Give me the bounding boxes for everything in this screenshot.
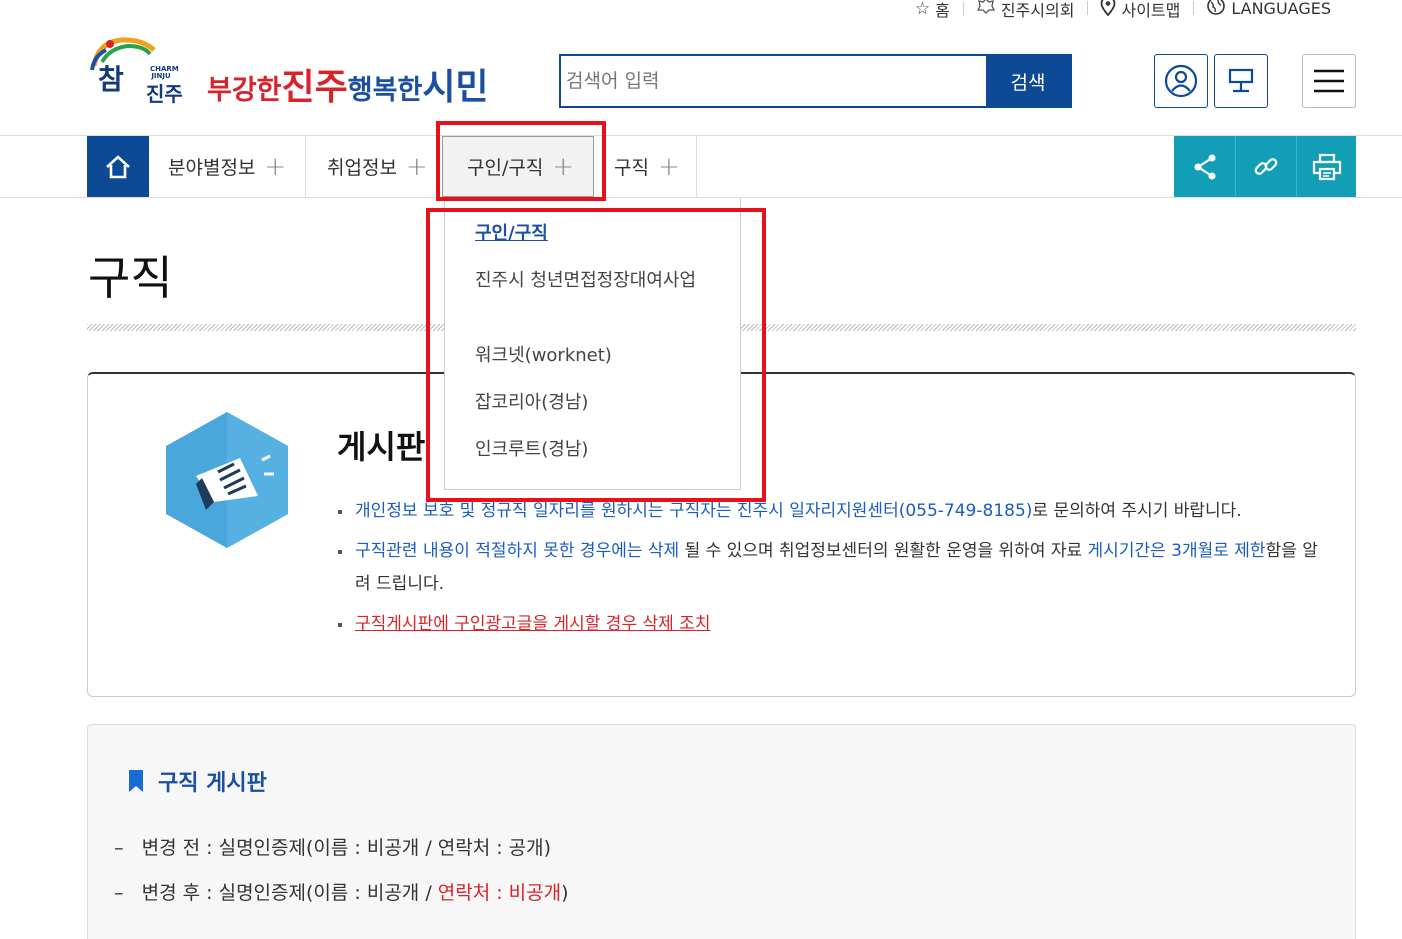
share-icon (1194, 154, 1215, 179)
hamburger-icon (1314, 69, 1344, 93)
utility-sitemap-label: 사이트맵 (1121, 0, 1181, 20)
tab-divider (305, 136, 306, 197)
plus-icon: + (405, 151, 428, 182)
notice-item-3-warning: 구직게시판에 구인광고글을 게시할 경우 삭제 조치 (355, 614, 711, 634)
highlight-box-tab (436, 121, 606, 201)
notice-item-2-text-1: 될 수 있으며 취업정보센터의 원활한 운영을 위하여 자료 (679, 541, 1088, 561)
site-logo[interactable]: 참 CHARM JINJU 진주 (88, 36, 188, 108)
slogan-word-2: 진주 (281, 67, 348, 108)
search-bar: 검색 (559, 54, 1072, 108)
megaphone-icon (166, 412, 288, 548)
utility-council-link[interactable]: 진주시의회 (962, 0, 1088, 21)
plus-icon: + (264, 151, 287, 182)
change-after-prefix: 변경 후 : 실명인증제(이름 : 비공개 / (141, 882, 438, 904)
slogan-word-4: 시민 (422, 67, 489, 108)
utility-sitemap-link[interactable]: 사이트맵 (1087, 0, 1193, 21)
slogan-word-1: 부강한 (207, 75, 282, 106)
star-icon: ☆ (914, 0, 931, 19)
tab-field-info-label: 분야별정보 (168, 157, 256, 179)
tab-divider (696, 136, 697, 197)
utility-bar: ☆ 홈 진주시의회 사이트맵 LANGUAGES (902, 0, 1344, 21)
search-input[interactable] (561, 56, 986, 106)
copy-link-button[interactable] (1235, 136, 1296, 197)
highlight-box-dropdown (426, 208, 766, 502)
board-info-box (87, 724, 1356, 939)
change-after-highlight: 연락처 : 비공개 (437, 882, 562, 904)
search-button[interactable]: 검색 (986, 56, 1070, 106)
tab-job-seek-label: 구직 (614, 157, 649, 179)
emblem-icon (976, 0, 996, 20)
board-title: 구직 게시판 (128, 765, 267, 797)
tab-job-info-label: 취업정보 (327, 157, 397, 179)
signpost-icon (1228, 68, 1254, 93)
slogan: 부강한진주행복한시민 (207, 58, 489, 110)
gnb-home-button[interactable] (87, 136, 149, 197)
board-title-label: 구직 게시판 (158, 771, 267, 796)
utility-home-link[interactable]: ☆ 홈 (902, 0, 963, 21)
plus-icon: + (657, 151, 680, 182)
notice-item-2: 구직관련 내용이 적절하지 못한 경우에는 삭제 될 수 있으며 취업정보센터의… (338, 535, 1328, 601)
page-title: 구직 (88, 251, 173, 305)
logo-main-text: 참 (98, 63, 124, 96)
change-after: – 변경 후 : 실명인증제(이름 : 비공개 / 연락처 : 비공개) (114, 882, 569, 904)
user-icon (1164, 64, 1198, 98)
tab-job-info[interactable]: 취업정보 + (327, 136, 428, 197)
notice-item-2-highlight-2: 게시기간은 3개월로 제한 (1087, 541, 1266, 561)
globe-icon (1206, 0, 1226, 21)
logo-sub-text: 진주 (146, 82, 183, 106)
change-before: – 변경 전 : 실명인증제(이름 : 비공개 / 연락처 : 공개) (114, 837, 552, 859)
tab-field-info[interactable]: 분야별정보 + (168, 136, 286, 197)
share-button[interactable] (1174, 136, 1235, 197)
utility-languages-label: LANGUAGES (1231, 0, 1331, 18)
notice-item-1-highlight: 개인정보 보호 및 정규직 일자리를 원하시는 구직자는 진주시 일자리지원센터… (355, 501, 1033, 521)
link-icon (1254, 157, 1278, 175)
tab-job-seek[interactable]: 구직 + (614, 136, 680, 197)
notice-list: 개인정보 보호 및 정규직 일자리를 원하시는 구직자는 진주시 일자리지원센터… (338, 495, 1328, 648)
home-icon (106, 154, 130, 178)
login-button[interactable] (1154, 54, 1208, 108)
bookmark-icon (129, 770, 143, 792)
menu-button[interactable] (1302, 54, 1356, 108)
notice-item-2-highlight-1: 구직관련 내용이 적절하지 못한 경우에는 삭제 (355, 541, 680, 561)
notice-item-1-text: 로 문의하여 주시기 바랍니다. (1032, 501, 1242, 521)
change-after-suffix: ) (561, 882, 569, 904)
utility-home-label: 홈 (935, 0, 950, 20)
map-pin-icon (1100, 0, 1116, 21)
notice-item-3: 구직게시판에 구인광고글을 게시할 경우 삭제 조치 (338, 608, 1328, 641)
notice-title: 게시판 (337, 428, 426, 466)
change-before-text: 변경 전 : 실명인증제(이름 : 비공개 / 연락처 : 공개) (141, 837, 552, 859)
utility-languages-link[interactable]: LANGUAGES (1193, 0, 1344, 21)
printer-icon (1312, 153, 1341, 180)
sign-button[interactable] (1214, 54, 1268, 108)
print-button[interactable] (1296, 136, 1356, 197)
utility-council-label: 진주시의회 (1000, 0, 1075, 20)
slogan-word-3: 행복한 (347, 75, 423, 106)
